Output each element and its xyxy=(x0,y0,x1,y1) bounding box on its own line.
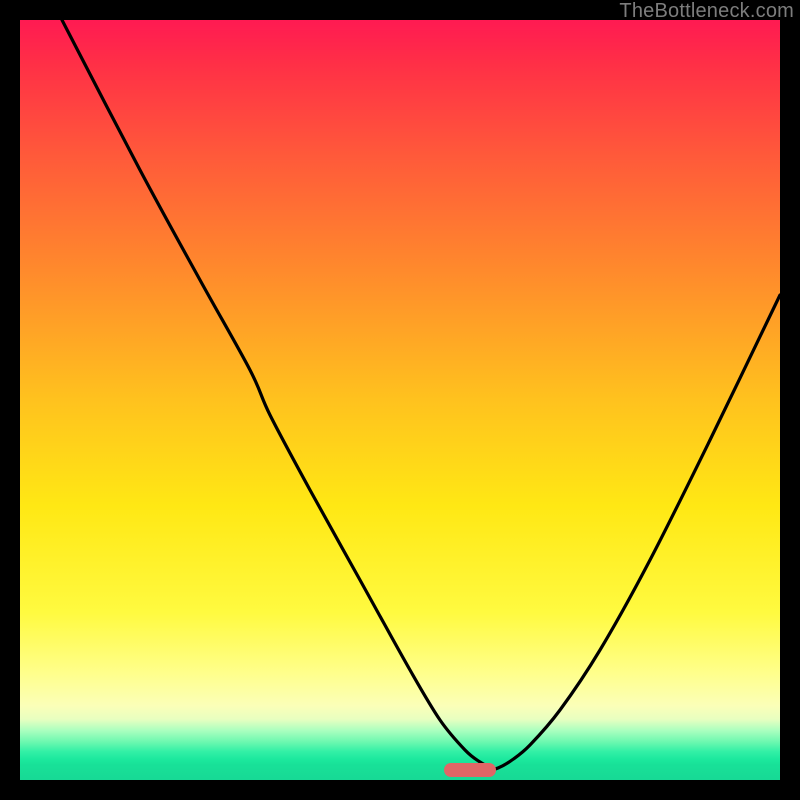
bottleneck-curve xyxy=(20,20,780,780)
watermark-text: TheBottleneck.com xyxy=(619,0,794,23)
plot-area xyxy=(20,20,780,780)
chart-frame: TheBottleneck.com xyxy=(0,0,800,800)
optimum-marker xyxy=(444,763,496,777)
